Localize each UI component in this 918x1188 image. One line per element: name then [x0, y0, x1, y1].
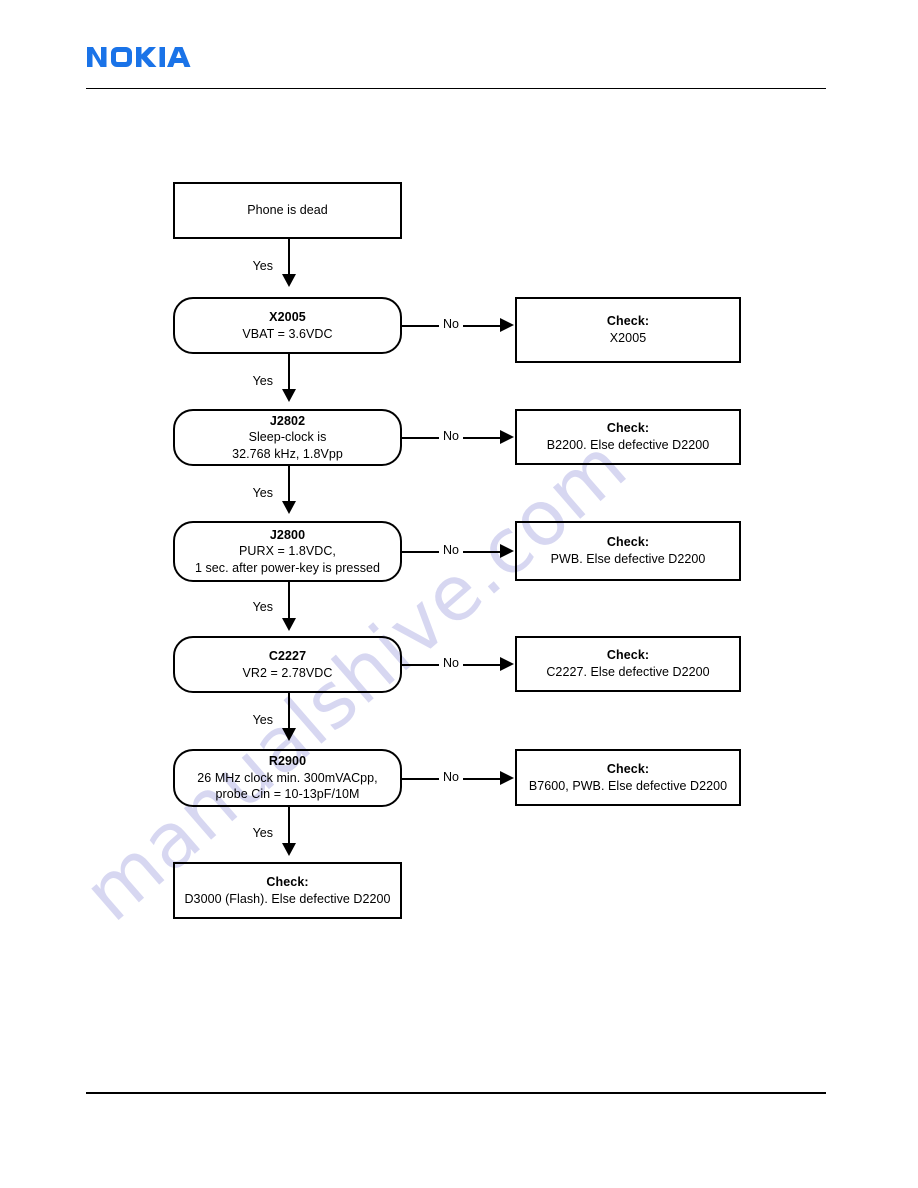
edge-label-no-5: No — [439, 770, 463, 784]
flow-node-step-1-title: X2005 — [269, 309, 306, 324]
document-page: manualshive.com Phone is dead Yes X2005 … — [0, 0, 918, 1188]
arrowhead-step-2-to-3 — [282, 501, 296, 514]
flow-node-check-1[interactable]: Check: X2005 — [515, 297, 741, 363]
arrowhead-step-2-no — [500, 430, 514, 444]
flow-node-check-5[interactable]: Check: B7600, PWB. Else defective D2200 — [515, 749, 741, 806]
flow-node-step-5-line-2: probe Cin = 10-13pF/10M — [215, 787, 360, 802]
flow-node-step-2-title: J2802 — [269, 413, 306, 428]
arrowhead-step-1-to-2 — [282, 389, 296, 402]
flow-node-step-3-title: J2800 — [269, 527, 306, 542]
header-divider — [86, 88, 826, 89]
flow-node-step-3-line-1: PURX = 1.8VDC, — [239, 544, 336, 559]
edge-label-no-2: No — [439, 429, 463, 443]
flow-node-step-1[interactable]: X2005 VBAT = 3.6VDC — [173, 297, 402, 354]
flow-node-step-1-line-1: VBAT = 3.6VDC — [242, 326, 333, 341]
flow-node-step-2-line-1: Sleep-clock is — [248, 430, 327, 445]
nokia-logo — [86, 44, 196, 70]
flow-node-check-3-line-1: PWB. Else defective D2200 — [550, 552, 706, 566]
flow-node-check-2-line-1: B2200. Else defective D2200 — [546, 438, 710, 452]
flow-node-step-5-line-1: 26 MHz clock min. 300mVACpp, — [197, 770, 378, 785]
flow-node-check-5-title: Check: — [606, 761, 650, 776]
edge-label-yes-2: Yes — [249, 374, 276, 388]
flow-node-check-1-title: Check: — [606, 314, 650, 329]
arrowhead-step-5-to-end — [282, 843, 296, 856]
flow-node-check-4[interactable]: Check: C2227. Else defective D2200 — [515, 636, 741, 692]
flow-node-step-4[interactable]: C2227 VR2 = 2.78VDC — [173, 636, 402, 693]
flowchart: Phone is dead Yes X2005 VBAT = 3.6VDC No… — [0, 0, 918, 1188]
flow-node-check-2[interactable]: Check: B2200. Else defective D2200 — [515, 409, 741, 465]
arrowhead-step-3-no — [500, 544, 514, 558]
flow-node-end-line-1: D3000 (Flash). Else defective D2200 — [184, 891, 391, 906]
arrowhead-step-3-to-4 — [282, 618, 296, 631]
arrowhead-step-5-no — [500, 771, 514, 785]
flow-node-start-text: Phone is dead — [247, 203, 328, 218]
arrowhead-start-to-step1 — [282, 274, 296, 287]
edge-label-no-3: No — [439, 543, 463, 557]
footer-divider — [86, 1092, 826, 1094]
arrowhead-step-1-no — [500, 318, 514, 332]
edge-label-yes-6: Yes — [249, 826, 276, 840]
flow-node-check-2-title: Check: — [606, 421, 650, 436]
flow-node-start[interactable]: Phone is dead — [173, 182, 402, 239]
edge-label-yes-3: Yes — [249, 486, 276, 500]
edge-label-yes-1: Yes — [249, 259, 276, 273]
flow-node-step-5[interactable]: R2900 26 MHz clock min. 300mVACpp, probe… — [173, 749, 402, 807]
edge-label-no-1: No — [439, 317, 463, 331]
flow-node-check-3-title: Check: — [606, 535, 650, 550]
flow-node-step-4-title: C2227 — [268, 648, 307, 663]
flow-node-step-2[interactable]: J2802 Sleep-clock is 32.768 kHz, 1.8Vpp — [173, 409, 402, 466]
flow-node-check-5-line-1: B7600, PWB. Else defective D2200 — [528, 778, 728, 793]
edge-label-yes-4: Yes — [249, 600, 276, 614]
flow-node-step-5-title: R2900 — [268, 754, 307, 769]
flow-node-step-3-line-2: 1 sec. after power-key is pressed — [194, 560, 381, 575]
arrowhead-step-4-to-5 — [282, 728, 296, 741]
flow-node-end-title: Check: — [266, 874, 309, 889]
flow-node-check-4-line-1: C2227. Else defective D2200 — [546, 665, 710, 679]
flow-node-step-3[interactable]: J2800 PURX = 1.8VDC, 1 sec. after power-… — [173, 521, 402, 582]
edge-label-no-4: No — [439, 656, 463, 670]
flow-node-end[interactable]: Check: D3000 (Flash). Else defective D22… — [173, 862, 402, 919]
flow-node-check-4-title: Check: — [606, 648, 650, 663]
flow-node-check-1-line-1: X2005 — [609, 331, 647, 345]
flow-node-check-3[interactable]: Check: PWB. Else defective D2200 — [515, 521, 741, 581]
arrowhead-step-4-no — [500, 657, 514, 671]
flow-node-step-4-line-1: VR2 = 2.78VDC — [242, 665, 333, 680]
edge-label-yes-5: Yes — [249, 713, 276, 727]
flow-node-step-2-line-2: 32.768 kHz, 1.8Vpp — [232, 446, 343, 461]
